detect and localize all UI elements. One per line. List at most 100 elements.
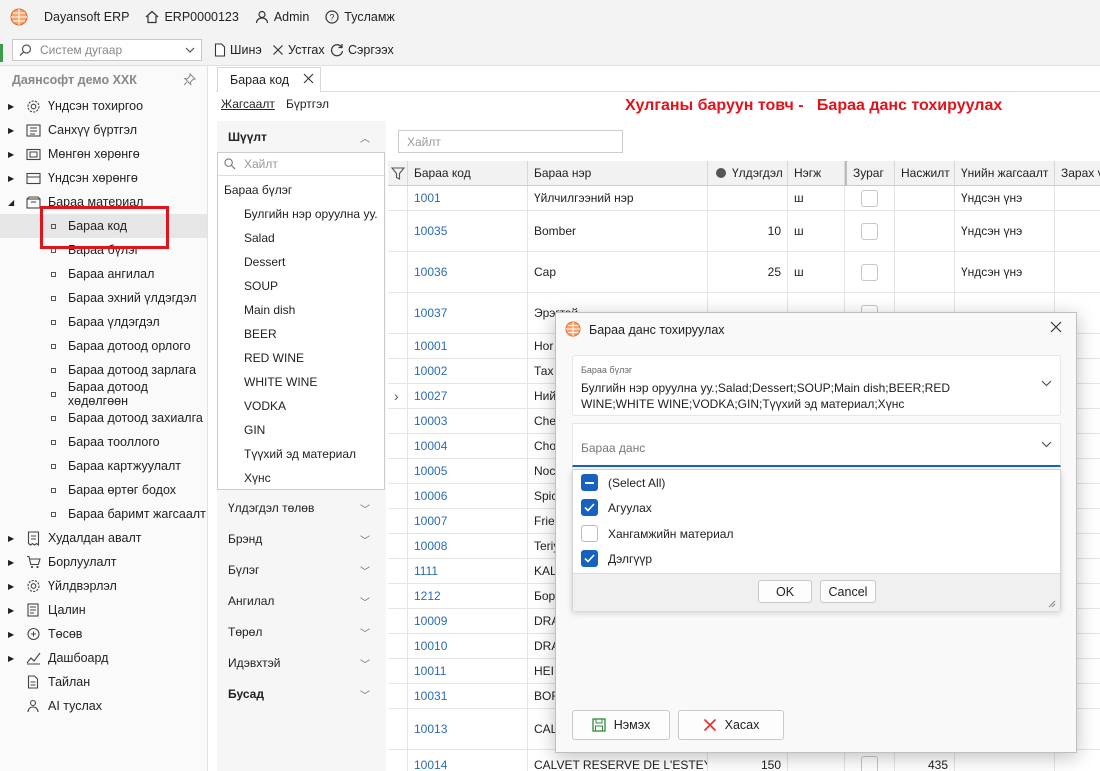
- cell-code[interactable]: 10004: [408, 434, 528, 459]
- row-indicator[interactable]: [388, 559, 408, 584]
- cell-code[interactable]: 10027: [408, 384, 528, 409]
- sidebar-item-fixed-assets[interactable]: ▶ Үндсэн хөрөнгө: [0, 166, 207, 190]
- system-number-search[interactable]: Систем дугаар: [12, 39, 202, 61]
- filter-item[interactable]: Хүнс: [244, 471, 271, 485]
- row-indicator[interactable]: [388, 334, 408, 359]
- delete-button[interactable]: Устгах: [272, 40, 325, 60]
- row-indicator[interactable]: [388, 459, 408, 484]
- image-checkbox[interactable]: [861, 222, 878, 240]
- add-button[interactable]: Нэмэх: [572, 710, 670, 740]
- sidebar-item-dashboard[interactable]: ▶ Дашбоард: [0, 646, 207, 670]
- column-header-sell-price[interactable]: Зарах ү: [1055, 161, 1100, 186]
- filter-icon[interactable]: [388, 161, 408, 186]
- database-button[interactable]: ERP0000123: [145, 10, 239, 24]
- cell-code[interactable]: 10010: [408, 634, 528, 659]
- cell-code[interactable]: 10001: [408, 334, 528, 359]
- user-button[interactable]: Admin: [255, 10, 309, 24]
- column-header-price-list[interactable]: Үнийн жагсаалт: [955, 161, 1055, 186]
- resize-grip-icon[interactable]: [1048, 600, 1056, 608]
- filter-section-stock-status[interactable]: Үлдэгдэл төлөв: [228, 501, 314, 515]
- item-account-field[interactable]: Бараа данс: [572, 423, 1061, 467]
- chevron-up-icon[interactable]: ︿: [360, 130, 370, 145]
- image-checkbox[interactable]: [861, 189, 878, 207]
- chevron-down-icon[interactable]: ﹀: [360, 501, 370, 516]
- cell-code[interactable]: 10011: [408, 659, 528, 684]
- row-indicator[interactable]: [388, 534, 408, 559]
- sidebar-item-payroll[interactable]: ▶ Цалин: [0, 598, 207, 622]
- sidebar-subitem[interactable]: Бараа өртөг бодох: [0, 478, 207, 502]
- column-header-unit[interactable]: Нэгж: [788, 161, 845, 186]
- checkbox-indeterminate[interactable]: [581, 474, 598, 491]
- row-indicator[interactable]: [388, 359, 408, 384]
- chevron-down-icon[interactable]: ﹀: [360, 656, 370, 671]
- sidebar-subitem[interactable]: Бараа ангилал: [0, 262, 207, 286]
- cell-code[interactable]: 10035: [408, 211, 528, 252]
- close-icon[interactable]: [1050, 321, 1062, 333]
- sidebar-subitem[interactable]: Бараа тооллого: [0, 430, 207, 454]
- chevron-down-icon[interactable]: ﹀: [360, 687, 370, 702]
- row-indicator[interactable]: ›: [388, 384, 408, 409]
- row-indicator[interactable]: [388, 684, 408, 709]
- sidebar-item-finance[interactable]: ▶ Санхүү бүртгэл: [0, 118, 207, 142]
- filter-section-other[interactable]: Бусад: [228, 687, 264, 701]
- cell-code[interactable]: 1111: [408, 559, 528, 584]
- sidebar-item-purchase[interactable]: ▶ Худалдан авалт: [0, 526, 207, 550]
- row-indicator[interactable]: [388, 211, 408, 252]
- sidebar-subitem[interactable]: Бараа эхний үлдэгдэл: [0, 286, 207, 310]
- row-indicator[interactable]: [388, 186, 408, 211]
- cell-code[interactable]: 10036: [408, 252, 528, 293]
- sidebar-item-general-settings[interactable]: ▶ Үндсэн тохиргоо: [0, 94, 207, 118]
- filter-section-active[interactable]: Идэвхтэй: [228, 656, 280, 670]
- option-warehouse[interactable]: Агуулах: [581, 499, 652, 516]
- filter-item[interactable]: SOUP: [244, 279, 278, 293]
- checkbox-checked[interactable]: [581, 499, 598, 516]
- row-indicator[interactable]: [388, 584, 408, 609]
- tab-item-code[interactable]: Бараа код: [217, 67, 321, 92]
- cell-code[interactable]: 1212: [408, 584, 528, 609]
- cell-code[interactable]: 10005: [408, 459, 528, 484]
- cell-code[interactable]: 10008: [408, 534, 528, 559]
- sidebar-subitem[interactable]: Бараа дотоод захиалга: [0, 406, 207, 430]
- sidebar-subitem[interactable]: Бараа баримт жагсаалт: [0, 502, 207, 526]
- row-indicator[interactable]: [388, 609, 408, 634]
- row-indicator[interactable]: [388, 252, 408, 293]
- chevron-down-icon[interactable]: [1041, 441, 1052, 448]
- option-select-all[interactable]: (Select All): [581, 474, 665, 491]
- column-header-age[interactable]: Насжилт: [895, 161, 955, 186]
- help-button[interactable]: ? Тусламж: [325, 10, 395, 24]
- filter-section-type[interactable]: Төрөл: [228, 625, 262, 639]
- cell-code[interactable]: 10031: [408, 684, 528, 709]
- chevron-down-icon[interactable]: [1041, 380, 1052, 387]
- checkbox-unchecked[interactable]: [581, 525, 598, 542]
- sidebar-item-budget[interactable]: ▶ Төсөв: [0, 622, 207, 646]
- sidebar-item-sales[interactable]: ▶ Борлуулалт: [0, 550, 207, 574]
- cancel-button[interactable]: Cancel: [820, 580, 876, 603]
- row-indicator[interactable]: [388, 293, 408, 334]
- sidebar-item-reports[interactable]: Тайлан: [0, 670, 207, 694]
- option-store[interactable]: Дэлгүүр: [581, 550, 652, 567]
- row-indicator[interactable]: [388, 659, 408, 684]
- close-icon[interactable]: [303, 73, 314, 84]
- filter-item[interactable]: Түүхий эд материал: [244, 447, 356, 461]
- filter-item[interactable]: RED WINE: [244, 351, 304, 365]
- cell-code[interactable]: 10009: [408, 609, 528, 634]
- filter-item[interactable]: Salad: [244, 231, 275, 245]
- sidebar-item-cash[interactable]: ▶ Мөнгөн хөрөнгө: [0, 142, 207, 166]
- cell-code[interactable]: 10002: [408, 359, 528, 384]
- row-indicator[interactable]: [388, 750, 408, 771]
- option-supply-material[interactable]: Хангамжийн материал: [581, 525, 733, 542]
- filter-item[interactable]: VODKA: [244, 399, 286, 413]
- row-indicator[interactable]: [388, 409, 408, 434]
- remove-button[interactable]: Хасах: [678, 710, 784, 740]
- chevron-down-icon[interactable]: ﹀: [360, 625, 370, 640]
- column-header-qty[interactable]: Үлдэгдэл: [708, 161, 788, 186]
- row-indicator[interactable]: [388, 484, 408, 509]
- image-checkbox[interactable]: [861, 756, 878, 771]
- cell-code[interactable]: 10006: [408, 484, 528, 509]
- column-header-code[interactable]: Бараа код: [408, 161, 528, 186]
- subtab-list[interactable]: Жагсаалт: [221, 97, 275, 111]
- cell-code[interactable]: 10003: [408, 409, 528, 434]
- subtab-register[interactable]: Бүртгэл: [286, 97, 329, 111]
- chevron-down-icon[interactable]: ﹀: [360, 532, 370, 547]
- row-indicator[interactable]: [388, 634, 408, 659]
